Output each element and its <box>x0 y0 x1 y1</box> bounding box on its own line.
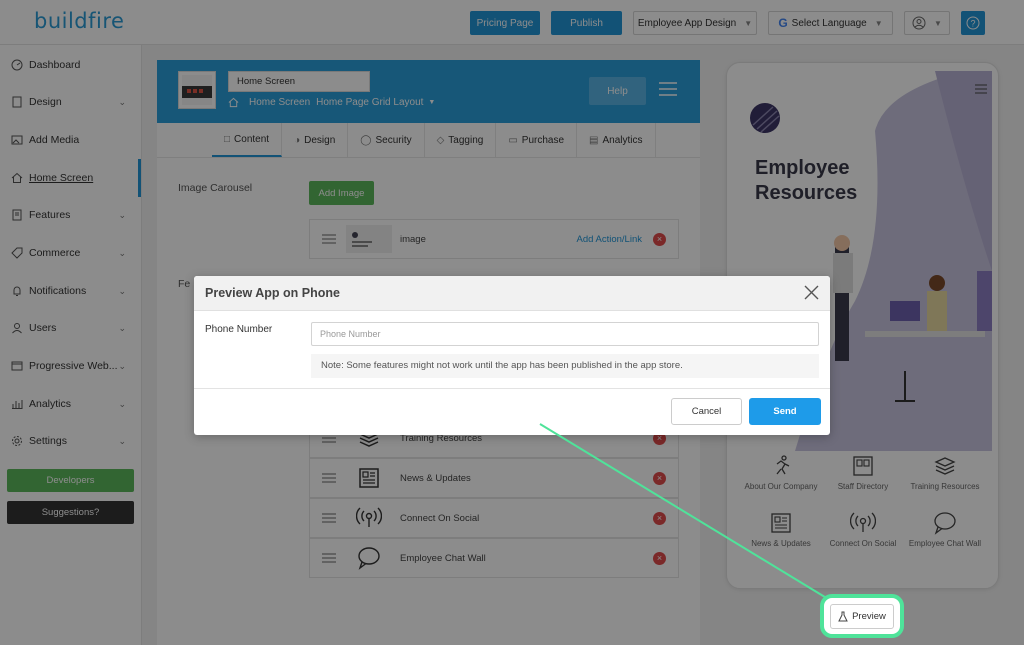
preview-modal: Preview App on Phone Phone Number Note: … <box>194 276 830 435</box>
preview-highlight: Preview <box>820 594 904 638</box>
modal-title: Preview App on Phone <box>205 286 340 300</box>
send-button[interactable]: Send <box>749 398 821 425</box>
divider <box>194 388 830 389</box>
phone-number-input[interactable] <box>311 322 819 346</box>
cancel-button[interactable]: Cancel <box>671 398 742 425</box>
preview-label: Preview <box>852 611 886 622</box>
close-icon[interactable] <box>804 285 819 300</box>
publish-note: Note: Some features might not work until… <box>311 354 819 378</box>
preview-button[interactable]: Preview <box>830 604 894 629</box>
modal-header: Preview App on Phone <box>194 276 830 311</box>
flask-icon <box>838 611 848 622</box>
phone-number-label: Phone Number <box>205 324 273 335</box>
